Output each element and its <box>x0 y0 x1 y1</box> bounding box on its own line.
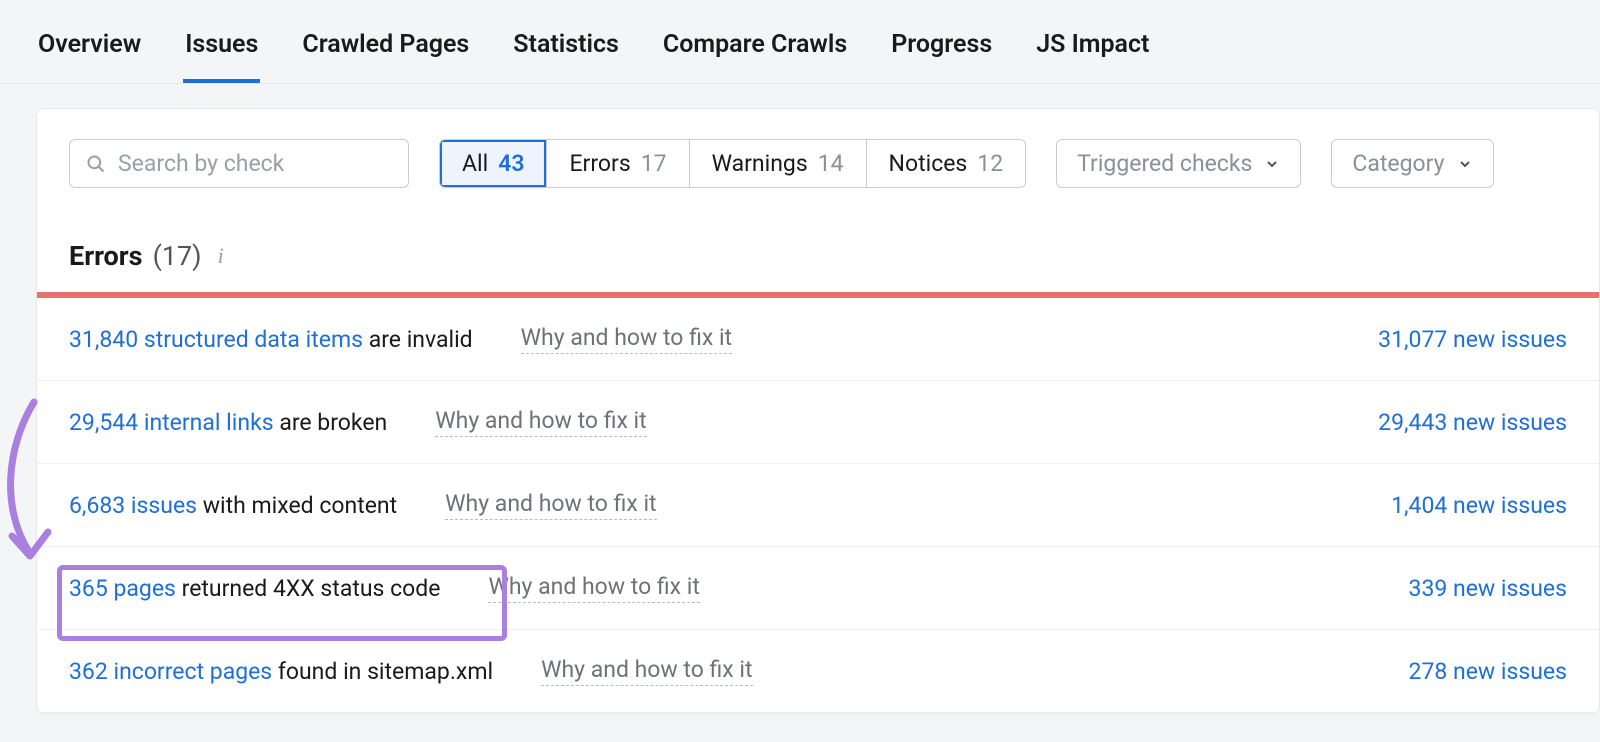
issue-link[interactable]: 6,683 issues <box>69 492 197 519</box>
issue-link[interactable]: 365 pages <box>69 575 176 602</box>
info-icon[interactable]: i <box>218 243 224 269</box>
issue-link[interactable]: 362 incorrect pages <box>69 658 272 685</box>
tab-progress[interactable]: Progress <box>889 30 994 83</box>
seg-notices[interactable]: Notices 12 <box>867 140 1026 187</box>
issue-text: 365 pages returned 4XX status code <box>69 575 440 602</box>
issue-rest: found in sitemap.xml <box>272 658 493 685</box>
new-issues-link[interactable]: 31,077 new issues <box>1378 326 1567 353</box>
new-issues-link[interactable]: 339 new issues <box>1409 575 1567 602</box>
triggered-checks-label: Triggered checks <box>1077 150 1252 177</box>
fix-link[interactable]: Why and how to fix it <box>521 324 732 354</box>
issue-row: 6,683 issues with mixed content Why and … <box>37 464 1599 547</box>
issue-row: 31,840 structured data items are invalid… <box>37 298 1599 381</box>
tab-crawled-pages[interactable]: Crawled Pages <box>300 30 471 83</box>
issue-row: 29,544 internal links are broken Why and… <box>37 381 1599 464</box>
fix-link[interactable]: Why and how to fix it <box>435 407 646 437</box>
new-issues-link[interactable]: 29,443 new issues <box>1378 409 1567 436</box>
tab-issues[interactable]: Issues <box>183 30 260 83</box>
issue-row: 362 incorrect pages found in sitemap.xml… <box>37 630 1599 713</box>
seg-notices-label: Notices <box>889 150 968 177</box>
issue-link[interactable]: 31,840 structured data items <box>69 326 363 353</box>
fix-link[interactable]: Why and how to fix it <box>445 490 656 520</box>
category-label: Category <box>1352 150 1444 177</box>
search-input[interactable]: Search by check <box>69 139 409 188</box>
seg-all[interactable]: All 43 <box>440 140 547 187</box>
seg-errors[interactable]: Errors 17 <box>547 140 689 187</box>
chevron-down-icon <box>1457 156 1473 172</box>
seg-warnings-label: Warnings <box>712 150 808 177</box>
issue-text: 362 incorrect pages found in sitemap.xml <box>69 658 493 685</box>
seg-warnings-count: 14 <box>818 150 844 177</box>
search-icon <box>86 154 106 174</box>
issue-rest: with mixed content <box>197 492 397 519</box>
triggered-checks-dropdown[interactable]: Triggered checks <box>1056 139 1301 188</box>
seg-notices-count: 12 <box>977 150 1003 177</box>
severity-filter: All 43 Errors 17 Warnings 14 Notices 12 <box>439 139 1026 188</box>
chevron-down-icon <box>1264 156 1280 172</box>
seg-all-label: All <box>462 150 488 177</box>
errors-label: Errors <box>69 240 143 272</box>
category-dropdown[interactable]: Category <box>1331 139 1493 188</box>
issue-rest: are invalid <box>363 326 473 353</box>
seg-errors-label: Errors <box>569 150 630 177</box>
fix-link[interactable]: Why and how to fix it <box>541 656 752 686</box>
search-placeholder: Search by check <box>118 150 284 177</box>
tab-compare-crawls[interactable]: Compare Crawls <box>661 30 849 83</box>
fix-link[interactable]: Why and how to fix it <box>488 573 699 603</box>
issues-panel: Search by check All 43 Errors 17 Warning… <box>36 108 1600 714</box>
seg-errors-count: 17 <box>641 150 667 177</box>
errors-section-heading: Errors (17) i <box>37 188 1599 292</box>
issue-rest: are broken <box>274 409 388 436</box>
new-issues-link[interactable]: 1,404 new issues <box>1391 492 1567 519</box>
tab-statistics[interactable]: Statistics <box>511 30 621 83</box>
issue-link[interactable]: 29,544 internal links <box>69 409 274 436</box>
new-issues-link[interactable]: 278 new issues <box>1409 658 1567 685</box>
top-tabs: Overview Issues Crawled Pages Statistics… <box>0 0 1600 84</box>
errors-count: (17) <box>153 240 202 272</box>
issue-rest: returned 4XX status code <box>176 575 441 602</box>
filter-bar: Search by check All 43 Errors 17 Warning… <box>37 109 1599 188</box>
issue-text: 29,544 internal links are broken <box>69 409 387 436</box>
issue-text: 31,840 structured data items are invalid <box>69 326 473 353</box>
issue-text: 6,683 issues with mixed content <box>69 492 397 519</box>
issue-row: 365 pages returned 4XX status code Why a… <box>37 547 1599 630</box>
tab-overview[interactable]: Overview <box>36 30 143 83</box>
seg-warnings[interactable]: Warnings 14 <box>690 140 867 187</box>
tab-js-impact[interactable]: JS Impact <box>1034 30 1151 83</box>
seg-all-count: 43 <box>498 150 524 177</box>
